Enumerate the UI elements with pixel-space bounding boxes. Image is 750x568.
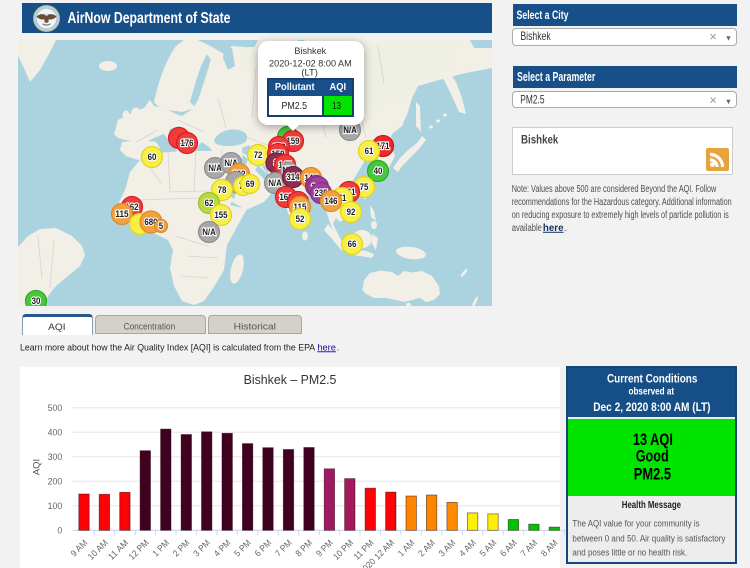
svg-text:here: here [543,223,564,234]
svg-text:AirNow Department of State: AirNow Department of State [68,10,231,27]
svg-text:Select a Parameter: Select a Parameter [517,69,595,84]
svg-text:Dec 2, 2020 8:00 AM (LT): Dec 2, 2020 8:00 AM (LT) [593,402,710,414]
svg-text:AQI: AQI [32,459,43,475]
svg-text:observed at: observed at [629,387,675,398]
svg-text:between 0 and 50. Air quality: between 0 and 50. Air quality is satisfa… [572,534,725,545]
svg-text:and poses little or no health: and poses little or no health risk. [572,548,687,559]
svg-text:PM2.5: PM2.5 [282,100,308,112]
svg-text:×: × [709,29,717,44]
svg-text:.: . [564,223,567,234]
svg-text:Bishkek: Bishkek [521,132,559,146]
svg-text:×: × [709,93,717,108]
svg-text:▼: ▼ [725,34,732,43]
svg-text:Good: Good [636,447,669,465]
svg-text:Bishkek: Bishkek [294,46,326,57]
svg-text:Pollutant: Pollutant [275,82,315,93]
svg-text:▼: ▼ [725,97,732,106]
svg-text:13 AQI: 13 AQI [633,431,673,449]
svg-text:on reducing exposure to extrem: on reducing exposure to extremely high l… [512,210,729,221]
svg-text:13: 13 [332,100,341,112]
svg-text:AQI: AQI [330,82,347,93]
svg-text:.: . [337,341,340,352]
svg-text:Health Message: Health Message [622,499,681,511]
svg-text:PM2.5: PM2.5 [520,93,544,107]
svg-text:Current Conditions: Current Conditions [607,374,697,386]
svg-text:recommendations for the Hazard: recommendations for the Hazardous catego… [512,197,732,208]
svg-text:Note: Values above 500 are con: Note: Values above 500 are considered Be… [512,184,717,195]
svg-text:Bishkek – PM2.5: Bishkek – PM2.5 [244,373,337,387]
svg-text:Learn more about how the Air Q: Learn more about how the Air Quality Ind… [20,341,316,352]
svg-text:Bishkek: Bishkek [520,29,551,43]
svg-text:(LT): (LT) [301,68,318,79]
svg-text:The AQI value for your communi: The AQI value for your community is [572,519,699,530]
svg-text:AQI: AQI [48,322,65,333]
svg-text:available: available [512,223,543,234]
svg-text:Historical: Historical [234,322,276,333]
svg-text:Select a City: Select a City [517,8,569,22]
svg-text:PM2.5: PM2.5 [634,465,671,483]
svg-text:here: here [317,341,336,352]
svg-text:Concentration: Concentration [124,322,176,333]
